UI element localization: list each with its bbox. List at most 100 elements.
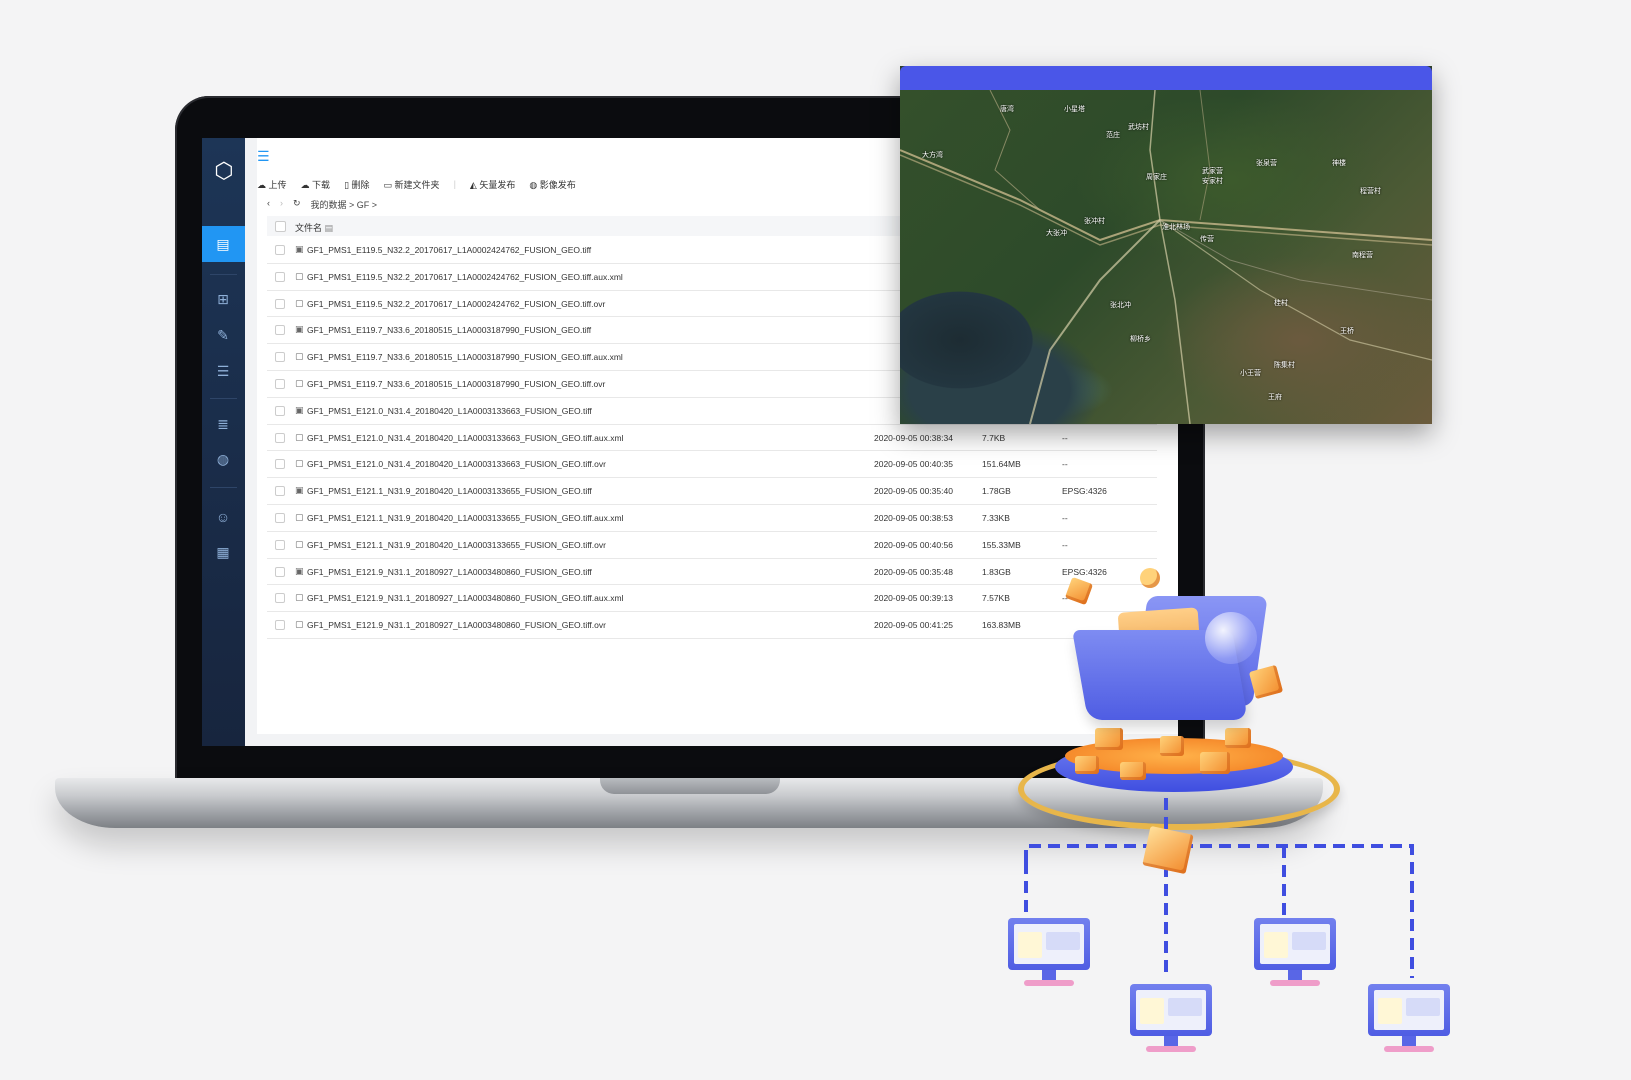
- file-name[interactable]: GF1_PMS1_E121.1_N31.9_20180420_L1A000313…: [307, 540, 606, 550]
- sidebar-item-user-icon[interactable]: ☺: [214, 508, 232, 526]
- sidebar-item-globe-icon[interactable]: ◍: [214, 450, 232, 468]
- file-size: 1.78GB: [982, 486, 1011, 497]
- map-place-label: 陈集村: [1274, 362, 1295, 369]
- file-name[interactable]: GF1_PMS1_E119.5_N32.2_20170617_L1A000242…: [307, 272, 623, 282]
- file-name[interactable]: GF1_PMS1_E119.5_N32.2_20170617_L1A000242…: [307, 299, 605, 309]
- map-place-label: 张北冲: [1110, 302, 1131, 309]
- file-size: 155.33MB: [982, 539, 1021, 550]
- map-place-label: 武家营: [1202, 168, 1223, 175]
- sidebar-item-layers-icon[interactable]: ☰: [214, 362, 232, 380]
- select-all-checkbox[interactable]: [275, 221, 286, 232]
- file-crs: EPSG:4326: [1062, 486, 1107, 497]
- map-place-label: 桂村: [1274, 300, 1288, 307]
- doc-file-icon: ▢: [295, 458, 304, 469]
- file-name[interactable]: GF1_PMS1_E121.1_N31.9_20180420_L1A000313…: [307, 513, 623, 523]
- row-checkbox[interactable]: [275, 245, 285, 255]
- satellite-map[interactable]: 唐湾 小星塔 武坊村 范庄 大方湾 武家营 张泉营 神楼 程营村 周家庄 安家村 张冲村 大张冲 淮北林场…: [900, 90, 1432, 424]
- row-checkbox[interactable]: [275, 405, 285, 416]
- row-checkbox[interactable]: [275, 539, 285, 550]
- doc-file-icon: ▢: [295, 270, 304, 281]
- upload-button[interactable]: ☁ 上传: [257, 178, 287, 191]
- data-cube-icon: [1200, 752, 1230, 774]
- back-icon[interactable]: ‹: [267, 198, 270, 211]
- client-computer-icon: [998, 918, 1098, 998]
- file-name[interactable]: GF1_PMS1_E119.7_N33.6_20180515_L1A000318…: [307, 379, 605, 389]
- file-name[interactable]: GF1_PMS1_E121.0_N31.4_20180420_L1A000313…: [307, 433, 623, 443]
- map-place-label: 安家村: [1202, 178, 1223, 185]
- table-row[interactable]: ▢ GF1_PMS1_E121.9_N31.1_20180927_L1A00034…: [267, 612, 1157, 639]
- floating-cube-icon: [1140, 568, 1160, 588]
- row-checkbox[interactable]: [275, 432, 285, 443]
- menu-toggle-icon[interactable]: ☰: [257, 148, 270, 165]
- map-place-label: 王桥: [1340, 328, 1354, 335]
- sort-icon[interactable]: ▤: [325, 223, 334, 233]
- forward-icon[interactable]: ›: [280, 198, 283, 211]
- file-name[interactable]: GF1_PMS1_E121.9_N31.1_20180927_L1A000348…: [307, 593, 623, 603]
- file-crs: --: [1062, 432, 1068, 443]
- globe-icon: ◍: [529, 179, 540, 190]
- file-name[interactable]: GF1_PMS1_E121.0_N31.4_20180420_L1A000313…: [307, 459, 606, 469]
- delete-button[interactable]: ▯ 删除: [344, 178, 369, 191]
- row-checkbox[interactable]: [275, 325, 285, 336]
- row-checkbox[interactable]: [275, 298, 285, 309]
- file-name[interactable]: GF1_PMS1_E119.7_N33.6_20180515_L1A000318…: [307, 352, 623, 362]
- image-file-icon: ▣: [295, 324, 304, 335]
- table-row[interactable]: ▣ GF1_PMS1_E121.9_N31.1_20180927_L1A00034…: [267, 559, 1157, 586]
- table-row[interactable]: ▢ GF1_PMS1_E121.0_N31.4_20180420_L1A00031…: [267, 451, 1157, 479]
- new-folder-button[interactable]: ▭ 新建文件夹: [384, 178, 440, 191]
- file-name[interactable]: GF1_PMS1_E119.5_N32.2_20170617_L1A000242…: [307, 245, 591, 255]
- map-place-label: 淮北林场: [1162, 224, 1190, 231]
- file-name[interactable]: GF1_PMS1_E121.1_N31.9_20180420_L1A000313…: [307, 486, 592, 496]
- sidebar-item-data-icon[interactable]: ▤: [214, 235, 232, 253]
- row-checkbox[interactable]: [275, 378, 285, 389]
- table-row[interactable]: ▢ GF1_PMS1_E121.1_N31.9_20180420_L1A00031…: [267, 532, 1157, 559]
- table-row[interactable]: ▢ GF1_PMS1_E121.0_N31.4_20180420_L1A00031…: [267, 425, 1157, 452]
- sidebar-item-map-icon[interactable]: ⊞: [214, 290, 232, 308]
- row-checkbox[interactable]: [275, 459, 285, 470]
- vector-publish-button[interactable]: ◭ 矢量发布: [470, 178, 515, 191]
- map-place-label: 王府: [1268, 394, 1282, 401]
- doc-file-icon: ▢: [295, 351, 304, 362]
- row-checkbox[interactable]: [275, 512, 285, 523]
- file-size: 163.83MB: [982, 620, 1021, 631]
- table-row[interactable]: ▢ GF1_PMS1_E121.9_N31.1_20180927_L1A00034…: [267, 585, 1157, 613]
- file-name[interactable]: GF1_PMS1_E121.9_N31.1_20180927_L1A000348…: [307, 567, 592, 577]
- file-size: 1.83GB: [982, 566, 1011, 577]
- sidebar-item-database-icon[interactable]: ≣: [214, 415, 232, 433]
- file-crs: EPSG:4326: [1062, 566, 1107, 577]
- file-size: 151.64MB: [982, 459, 1021, 470]
- image-file-icon: ▣: [295, 244, 304, 254]
- row-checkbox[interactable]: [275, 271, 285, 282]
- vector-icon: ◭: [469, 179, 480, 190]
- row-checkbox[interactable]: [275, 593, 285, 604]
- file-name[interactable]: GF1_PMS1_E121.0_N31.4_20180420_L1A000313…: [307, 406, 592, 416]
- map-place-label: 柳桥乡: [1130, 336, 1151, 343]
- trash-icon: ▯: [344, 179, 352, 190]
- table-row[interactable]: ▢ GF1_PMS1_E121.1_N31.9_20180420_L1A00031…: [267, 505, 1157, 532]
- sidebar-item-edit-icon[interactable]: ✎: [214, 326, 232, 344]
- download-button[interactable]: ☁ 下载: [301, 178, 331, 191]
- map-place-label: 张冲村: [1084, 218, 1105, 225]
- doc-file-icon: ▢: [295, 431, 304, 442]
- map-place-label: 武坊村: [1128, 124, 1149, 131]
- row-checkbox[interactable]: [275, 620, 285, 631]
- breadcrumb-path[interactable]: 我的数据 > GF >: [311, 198, 378, 211]
- table-row[interactable]: ▣ GF1_PMS1_E121.1_N31.9_20180420_L1A00031…: [267, 478, 1157, 505]
- row-checkbox[interactable]: [275, 566, 285, 577]
- laptop-notch: [600, 778, 780, 794]
- image-publish-button[interactable]: ◍ 影像发布: [529, 178, 575, 191]
- sidebar: ⬡ ▤ ⊞ ✎ ☰ ≣ ◍ ☺ ▦: [202, 138, 245, 746]
- row-checkbox[interactable]: [275, 486, 285, 497]
- data-cube-icon: [1095, 728, 1123, 750]
- sidebar-item-log-icon[interactable]: ▦: [214, 543, 232, 561]
- refresh-icon[interactable]: ↻: [293, 198, 301, 211]
- column-header-name[interactable]: 文件名: [295, 223, 322, 233]
- data-cube-icon: [1225, 728, 1251, 748]
- row-checkbox[interactable]: [275, 352, 285, 363]
- data-cube-icon: [1075, 756, 1099, 774]
- file-modified-time: 2020-09-05 00:35:40: [874, 486, 953, 497]
- file-modified-time: 2020-09-05 00:38:34: [874, 432, 953, 443]
- file-name[interactable]: GF1_PMS1_E121.9_N31.1_20180927_L1A000348…: [307, 620, 606, 630]
- doc-file-icon: ▢: [295, 297, 304, 308]
- file-name[interactable]: GF1_PMS1_E119.7_N33.6_20180515_L1A000318…: [307, 325, 591, 335]
